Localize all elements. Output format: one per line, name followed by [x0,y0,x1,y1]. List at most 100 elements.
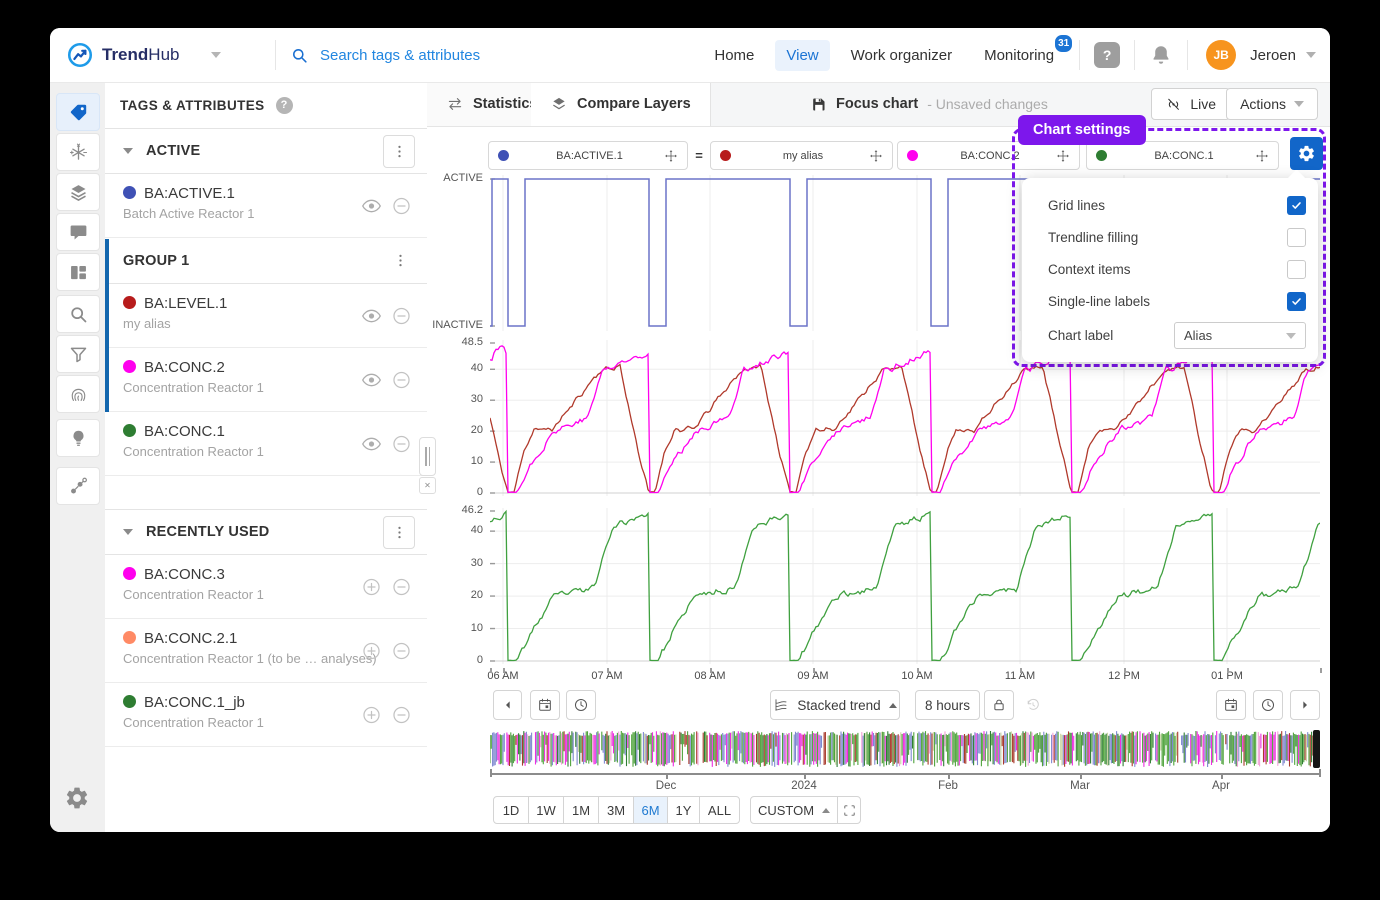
series-chip-ba:conc.1[interactable]: BA:CONC.1 [1086,141,1279,170]
eye-icon[interactable] [361,369,382,390]
lock-timespan-button[interactable] [984,690,1014,720]
section-menu-kebab-icon[interactable] [383,516,415,549]
help-button[interactable]: ? [1094,42,1120,68]
rail-button-scatter[interactable] [56,467,100,505]
drag-grip-icon[interactable] [419,437,436,476]
chevron-down-icon[interactable] [123,148,133,154]
live-off-icon [1165,96,1182,113]
add-icon[interactable] [361,576,382,597]
live-button[interactable]: Live [1151,88,1230,120]
checkbox-unchecked[interactable] [1287,260,1306,279]
workspace-chevron-down-icon[interactable] [211,52,221,58]
checkbox-unchecked[interactable] [1287,228,1306,247]
rail-button-tag[interactable] [56,93,100,131]
range-button-1m[interactable]: 1M [563,796,599,824]
panel-resize-handle[interactable]: ✕ [419,437,436,494]
rail-button-search[interactable] [56,295,100,333]
actions-button[interactable]: Actions [1226,88,1318,120]
chevron-down-icon[interactable] [123,529,133,535]
range-button-1w[interactable]: 1W [528,796,564,824]
custom-range-button[interactable]: CUSTOM [750,796,838,824]
end-time-button[interactable] [1253,690,1283,720]
range-button-6m[interactable]: 6M [633,796,668,824]
tag-row-ba:conc.2[interactable]: BA:CONC.2Concentration Reactor 1 [105,348,427,412]
fit-range-button[interactable] [837,796,861,824]
remove-icon[interactable] [391,576,412,597]
range-button-all[interactable]: ALL [699,796,740,824]
analog-trend-chart-1[interactable] [490,340,1320,496]
rail-button-fingerprint[interactable] [56,375,100,413]
notifications-bell-icon[interactable] [1149,43,1173,67]
section-header-recently-used[interactable]: RECENTLY USED [105,509,427,555]
eye-icon[interactable] [361,305,382,326]
nav-item-work-organizer[interactable]: Work organizer [840,40,963,71]
overview-strip[interactable] [490,730,1321,768]
remove-icon[interactable] [391,369,412,390]
tag-row-ba:conc.1_jb[interactable]: BA:CONC.1_jbConcentration Reactor 1 [105,683,427,747]
move-handle-icon[interactable] [664,149,678,163]
section-header-active[interactable]: ACTIVE [105,128,427,174]
analog-trend-chart-2[interactable] [490,508,1320,664]
timeline-label-mar: Mar [1070,780,1090,792]
rail-button-dashboard[interactable] [56,253,100,291]
nav-item-home[interactable]: Home [703,40,765,71]
tag-row-ba:conc.2.1[interactable]: BA:CONC.2.1Concentration Reactor 1 (to b… [105,619,427,683]
pan-right-button[interactable] [1290,690,1320,720]
remove-icon[interactable] [391,195,412,216]
rail-button-layers[interactable] [56,173,100,211]
timeline-end-cap [1319,769,1321,777]
compare-layers-tab[interactable]: Compare Layers [531,82,711,126]
tag-row-ba:level.1[interactable]: BA:LEVEL.1my alias [105,284,427,348]
series-chip-ba:conc.2[interactable]: BA:CONC.2 [897,141,1080,170]
rail-button-formulas[interactable] [56,133,100,171]
remove-icon[interactable] [391,433,412,454]
add-icon[interactable] [361,704,382,725]
save-icon[interactable] [810,96,827,113]
app-logo[interactable]: TrendHub [66,28,221,82]
tag-row-ba:conc.3[interactable]: BA:CONC.3Concentration Reactor 1 [105,555,427,619]
global-search[interactable]: Search tags & attributes [290,28,480,82]
eye-icon[interactable] [361,195,382,216]
collapse-panel-icon[interactable]: ✕ [419,477,436,494]
tag-row-ba:active.1[interactable]: BA:ACTIVE.1Batch Active Reactor 1 [105,174,427,238]
rail-button-comment[interactable] [56,213,100,251]
rail-button-lightbulb[interactable] [56,419,100,457]
remove-icon[interactable] [391,305,412,326]
series-chip-ba:active.1[interactable]: BA:ACTIVE.1 [488,141,688,170]
avatar[interactable]: JB [1206,40,1236,70]
nav-item-monitoring[interactable]: Monitoring31 [973,40,1065,71]
start-time-button[interactable] [566,690,596,720]
history-button[interactable] [1018,690,1048,720]
end-date-button[interactable] [1216,690,1246,720]
remove-icon[interactable] [391,704,412,725]
duration-button[interactable]: 8 hours [915,690,980,720]
section-menu-kebab-icon[interactable] [383,135,415,168]
section-header-group-1[interactable]: GROUP 1 [105,238,427,284]
eye-icon[interactable] [361,433,382,454]
tag-row-ba:conc.1[interactable]: BA:CONC.1Concentration Reactor 1 [105,412,427,476]
checkbox-checked[interactable] [1287,292,1306,311]
range-button-1y[interactable]: 1Y [667,796,700,824]
user-menu-chevron-down-icon[interactable] [1306,52,1316,58]
chart-label-select[interactable]: Alias [1174,322,1306,349]
range-button-3m[interactable]: 3M [598,796,634,824]
move-handle-icon[interactable] [1255,149,1269,163]
overview-selection-handle[interactable] [1313,730,1320,768]
rail-settings-gear-icon[interactable] [64,785,90,811]
range-button-1d[interactable]: 1D [493,796,529,824]
move-handle-icon[interactable] [1056,149,1070,163]
start-date-button[interactable] [530,690,560,720]
series-chip-my-alias[interactable]: my alias [710,141,893,170]
remove-icon[interactable] [391,640,412,661]
pan-left-button[interactable] [493,690,522,720]
chart-settings-gear-button[interactable] [1290,137,1323,170]
nav-item-view[interactable]: View [775,40,829,71]
add-icon[interactable] [361,640,382,661]
user-name[interactable]: Jeroen [1250,47,1296,64]
view-mode-dropdown[interactable]: Stacked trend [770,690,900,720]
move-handle-icon[interactable] [869,149,883,163]
panel-help-icon[interactable]: ? [276,97,293,114]
checkbox-checked[interactable] [1287,196,1306,215]
rail-button-filter[interactable] [56,335,100,373]
section-menu-kebab-icon[interactable] [385,245,415,276]
